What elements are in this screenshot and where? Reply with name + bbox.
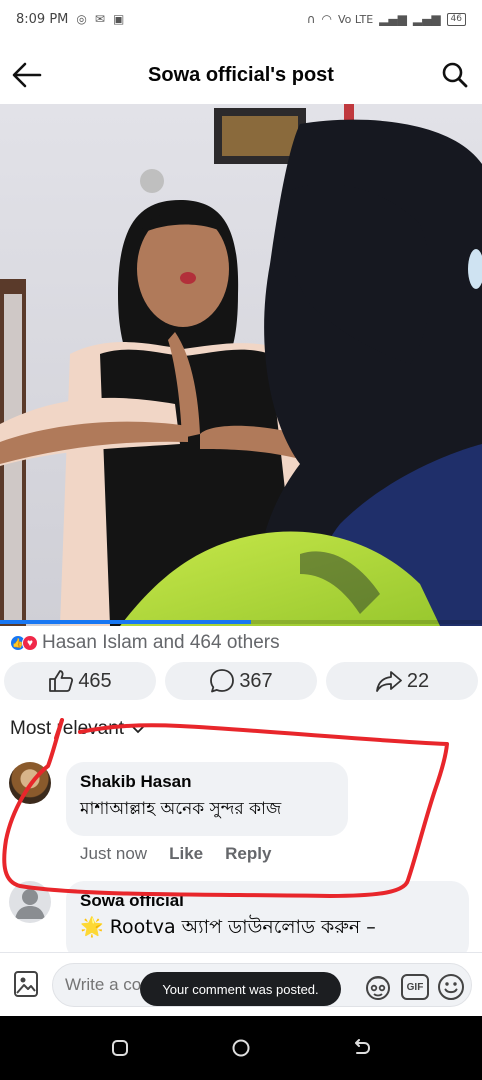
comment-bubble[interactable]: Sowa official 🌟 Rootva অ্যাপ ডাউনলোড করু… <box>66 881 469 961</box>
comment-meta: Just now Like Reply <box>80 844 271 864</box>
signal-icon: ▂▄▆ <box>379 12 407 26</box>
comment-reply-button[interactable]: Reply <box>225 844 271 864</box>
back-nav-icon <box>354 1039 370 1054</box>
page-title: Sowa official's post <box>148 63 334 86</box>
search-icon <box>442 62 468 88</box>
network-label: Vo LTE <box>337 12 374 26</box>
video-frame <box>0 104 482 626</box>
comment-author[interactable]: Shakib Hasan <box>80 772 334 792</box>
recent-apps-button[interactable] <box>100 1028 140 1068</box>
default-avatar-icon <box>15 889 45 919</box>
like-button[interactable]: 465 <box>4 662 156 700</box>
comment-sort-dropdown[interactable]: Most relevant <box>10 718 146 740</box>
system-navigation-bar <box>0 1016 482 1080</box>
chevron-down-icon <box>130 724 146 734</box>
avatar-sticker-button[interactable] <box>364 973 392 1001</box>
emoji-button[interactable] <box>437 973 465 1001</box>
app-notification-icon: ▣ <box>112 12 125 26</box>
thumbs-up-icon <box>49 670 74 692</box>
share-arrow-icon <box>375 671 402 692</box>
arrow-left-icon <box>12 62 42 88</box>
comment-bubble-icon <box>210 669 235 693</box>
status-time: 8:09 PM <box>16 11 69 27</box>
comment-text: 🌟 Rootva অ্যাপ ডাউনলোড করুন – <box>80 916 376 938</box>
gif-button[interactable]: GIF <box>401 974 429 1000</box>
whatsapp-icon: ◎ <box>76 12 87 26</box>
avatar-placeholder[interactable] <box>9 881 51 923</box>
post-video[interactable] <box>0 104 482 626</box>
share-button[interactable]: 22 <box>326 662 478 700</box>
comment-count: 367 <box>239 669 273 692</box>
post-header: Sowa official's post <box>0 44 482 106</box>
back-nav-button[interactable] <box>342 1028 382 1068</box>
love-reaction-icon: ♥ <box>22 635 38 651</box>
photo-icon <box>14 971 38 997</box>
comment-sort-label: Most relevant <box>10 718 125 739</box>
message-icon: ✉ <box>94 12 105 26</box>
battery-icon: 46 <box>446 12 466 26</box>
video-progress-bar[interactable] <box>0 620 482 624</box>
toast-notification: Your comment was posted. <box>140 972 341 1006</box>
search-button[interactable] <box>438 58 472 92</box>
comment-time: Just now <box>80 844 148 863</box>
status-right: ∩ ◠ Vo LTE ▂▄▆ ▂▄▆ 46 <box>307 12 466 26</box>
signal-icon-2: ▂▄▆ <box>412 12 441 26</box>
recent-apps-icon <box>112 1040 129 1056</box>
home-button[interactable] <box>221 1028 261 1068</box>
headphones-icon: ∩ <box>306 12 316 26</box>
like-count: 465 <box>78 669 112 692</box>
add-photo-button[interactable] <box>12 969 40 999</box>
avatar-sticker-icon <box>366 976 390 1000</box>
avatar[interactable] <box>9 762 51 804</box>
status-left: 8:09 PM ◎ ✉ ▣ <box>16 12 124 27</box>
reaction-icons: 👍 ♥ <box>10 635 38 651</box>
comment-bubble[interactable]: Shakib Hasan মাশাআল্লাহ অনেক সুন্দর কাজ <box>66 762 348 836</box>
back-button[interactable] <box>10 58 44 92</box>
wifi-icon: ◠ <box>321 12 332 26</box>
share-count: 22 <box>406 669 430 692</box>
action-row: 465 367 22 <box>4 662 478 700</box>
status-bar: 8:09 PM ◎ ✉ ▣ ∩ ◠ Vo LTE ▂▄▆ ▂▄▆ 46 <box>0 0 482 38</box>
video-progress-fill <box>0 620 251 624</box>
home-circle-icon <box>232 1039 250 1057</box>
comment-like-button[interactable]: Like <box>169 844 203 864</box>
reactions-summary[interactable]: 👍 ♥ Hasan Islam and 464 others <box>10 630 280 656</box>
comment-author[interactable]: Sowa official <box>80 891 455 911</box>
comment-button[interactable]: 367 <box>165 662 317 700</box>
comment-text: মাশাআল্লাহ অনেক সুন্দর কাজ <box>80 799 282 819</box>
reactions-summary-text: Hasan Islam and 464 others <box>42 632 280 653</box>
emoji-icon <box>438 974 464 1000</box>
